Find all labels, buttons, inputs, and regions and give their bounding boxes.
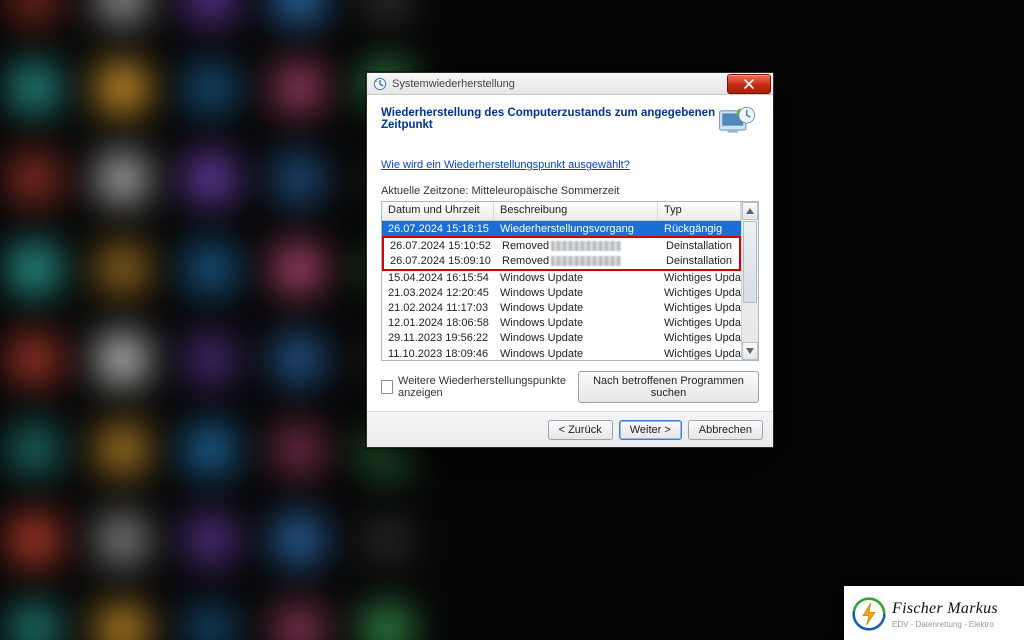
col-desc[interactable]: Beschreibung	[494, 202, 658, 220]
cell-date: 15.04.2024 16:15:54	[382, 272, 494, 284]
cell-desc: Windows Update	[494, 302, 658, 314]
system-restore-icon	[373, 77, 387, 91]
cell-desc: Removed	[496, 240, 660, 252]
show-more-checkbox[interactable]: Weitere Wiederherstellungspunkte anzeige…	[381, 375, 578, 399]
affected-programs-button[interactable]: Nach betroffenen Programmen suchen	[578, 371, 759, 403]
watermark-brand: Fischer Markus EDV - Datenrettung - Elek…	[844, 586, 1024, 640]
restore-points-table[interactable]: Datum und Uhrzeit Beschreibung Typ 26.07…	[381, 201, 759, 361]
cancel-button[interactable]: Abbrechen	[688, 420, 763, 440]
table-row[interactable]: 21.03.2024 12:20:45Windows UpdateWichtig…	[382, 286, 741, 301]
dialog-titlebar[interactable]: Systemwiederherstellung	[367, 73, 773, 95]
highlighted-rows: 26.07.2024 15:10:52RemovedDeinstallation…	[382, 236, 741, 270]
redacted-text	[551, 256, 621, 266]
table-scrollbar[interactable]	[741, 202, 758, 360]
redacted-text	[551, 241, 621, 251]
cell-desc: Windows Update	[494, 348, 658, 360]
checkbox-icon	[381, 380, 393, 394]
help-link[interactable]: Wie wird ein Wiederherstellungspunkt aus…	[381, 159, 759, 171]
table-header[interactable]: Datum und Uhrzeit Beschreibung Typ	[382, 202, 741, 221]
table-row[interactable]: 12.01.2024 18:06:58Windows UpdateWichtig…	[382, 316, 741, 331]
cell-type: Wichtiges Update	[658, 317, 741, 329]
brand-name: Fischer Markus	[892, 600, 998, 618]
table-row[interactable]: 11.10.2023 18:09:46Windows UpdateWichtig…	[382, 346, 741, 360]
col-type[interactable]: Typ	[658, 202, 741, 220]
cell-date: 26.07.2024 15:09:10	[384, 255, 496, 267]
table-row[interactable]: 26.07.2024 15:09:10RemovedDeinstallation	[384, 253, 739, 268]
table-row[interactable]: 15.04.2024 16:15:54Windows UpdateWichtig…	[382, 271, 741, 286]
cell-desc: Windows Update	[494, 272, 658, 284]
next-button[interactable]: Weiter >	[619, 420, 682, 440]
table-row[interactable]: 21.02.2024 11:17:03Windows UpdateWichtig…	[382, 301, 741, 316]
scroll-track[interactable]	[742, 220, 758, 342]
system-restore-dialog: Systemwiederherstellung Wiederherstellun…	[366, 72, 774, 448]
cell-desc: Removed	[496, 255, 660, 267]
cell-date: 26.07.2024 15:18:15	[382, 223, 494, 235]
table-row[interactable]: 29.11.2023 19:56:22Windows UpdateWichtig…	[382, 331, 741, 346]
cell-date: 29.11.2023 19:56:22	[382, 332, 494, 344]
dialog-footer: < Zurück Weiter > Abbrechen	[367, 411, 773, 447]
timezone-label: Aktuelle Zeitzone: Mitteleuropäische Som…	[381, 185, 759, 197]
col-date[interactable]: Datum und Uhrzeit	[382, 202, 494, 220]
restore-monitor-icon	[717, 105, 759, 141]
brand-subtitle: EDV - Datenrettung - Elektro	[892, 620, 998, 629]
cell-type: Wichtiges Update	[658, 287, 741, 299]
scroll-up-button[interactable]	[742, 202, 758, 220]
cell-type: Deinstallation	[660, 255, 739, 267]
cell-type: Rückgängig	[658, 223, 741, 235]
show-more-label: Weitere Wiederherstellungspunkte anzeige…	[398, 375, 578, 399]
table-row[interactable]: 26.07.2024 15:18:15Wiederherstellungsvor…	[382, 221, 741, 236]
cell-desc: Wiederherstellungsvorgang	[494, 223, 658, 235]
cell-date: 21.03.2024 12:20:45	[382, 287, 494, 299]
brand-bolt-icon	[852, 597, 886, 631]
table-row[interactable]: 26.07.2024 15:10:52RemovedDeinstallation	[384, 238, 739, 253]
cell-type: Deinstallation	[660, 240, 739, 252]
cell-desc: Windows Update	[494, 332, 658, 344]
cell-type: Wichtiges Update	[658, 272, 741, 284]
dialog-heading: Wiederherstellung des Computerzustands z…	[381, 105, 717, 131]
cell-date: 26.07.2024 15:10:52	[384, 240, 496, 252]
scroll-thumb[interactable]	[743, 221, 757, 303]
cell-desc: Windows Update	[494, 287, 658, 299]
close-button[interactable]	[727, 74, 771, 94]
cell-desc: Windows Update	[494, 317, 658, 329]
cell-type: Wichtiges Update	[658, 348, 741, 360]
scroll-down-button[interactable]	[742, 342, 758, 360]
cell-type: Wichtiges Update	[658, 302, 741, 314]
dialog-body: Wiederherstellung des Computerzustands z…	[367, 95, 773, 411]
dialog-title: Systemwiederherstellung	[392, 78, 727, 90]
cell-type: Wichtiges Update	[658, 332, 741, 344]
back-button[interactable]: < Zurück	[548, 420, 613, 440]
cell-date: 12.01.2024 18:06:58	[382, 317, 494, 329]
cell-date: 21.02.2024 11:17:03	[382, 302, 494, 314]
cell-date: 11.10.2023 18:09:46	[382, 348, 494, 360]
